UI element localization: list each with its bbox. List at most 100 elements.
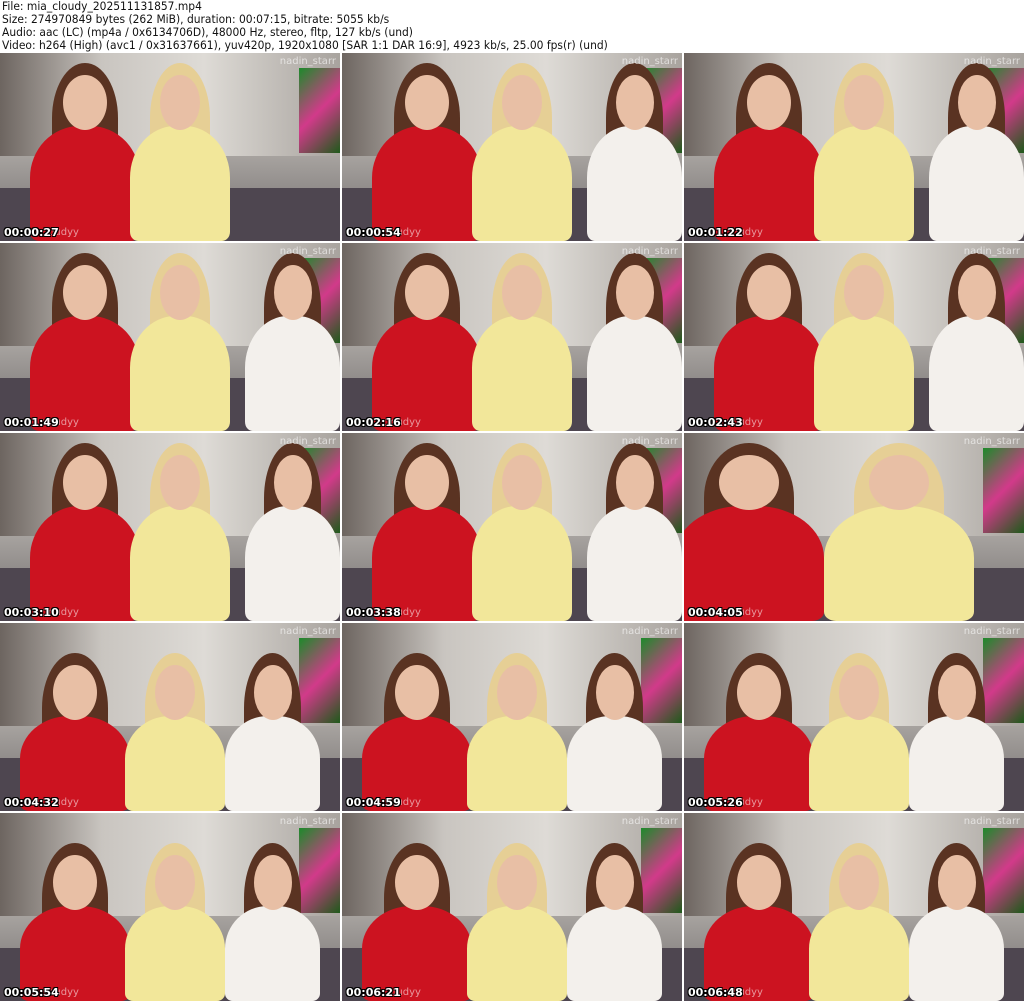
person-face xyxy=(747,265,791,320)
video-thumbnail: nadin_starr cloudyy 00:05:26 xyxy=(684,623,1024,811)
person-face xyxy=(63,265,107,320)
watermark: nadin_starr xyxy=(963,436,1020,447)
person-dress xyxy=(472,126,572,241)
person-dress xyxy=(130,506,230,621)
person-face xyxy=(844,265,884,320)
flower-screen xyxy=(299,68,340,153)
timestamp: 00:06:21 xyxy=(346,986,401,999)
person-face xyxy=(160,75,200,130)
person-face xyxy=(839,665,879,720)
watermark: nadin_starr xyxy=(621,626,678,637)
timestamp: 00:05:26 xyxy=(688,796,743,809)
person-dress xyxy=(824,506,974,621)
person-dress xyxy=(467,716,567,811)
timestamp: 00:03:38 xyxy=(346,606,401,619)
video-thumbnail: nadin_starr cloudyy 00:02:16 xyxy=(342,243,682,431)
person-face xyxy=(53,665,97,720)
timestamp: 00:00:54 xyxy=(346,226,401,239)
flower-screen xyxy=(983,448,1024,533)
timestamp: 00:02:43 xyxy=(688,416,743,429)
person-dress xyxy=(587,126,682,241)
flower-screen xyxy=(299,828,340,913)
person-dress xyxy=(30,316,140,431)
person-face xyxy=(253,855,292,910)
person-face xyxy=(595,665,634,720)
person-dress xyxy=(587,506,682,621)
timestamp: 00:03:10 xyxy=(4,606,59,619)
file-info: File: mia_cloudy_202511131857.mp4 Size: … xyxy=(2,0,608,52)
thumbnail-grid: nadin_starr cloudyy 00:00:27 nadin_starr clo… xyxy=(0,53,1024,1001)
watermark: nadin_starr xyxy=(279,436,336,447)
person-face xyxy=(737,855,781,910)
watermark: nadin_starr xyxy=(279,816,336,827)
person-face xyxy=(395,855,439,910)
person-face xyxy=(719,455,779,510)
flower-screen xyxy=(641,828,682,913)
watermark: nadin_starr xyxy=(621,816,678,827)
flower-screen xyxy=(983,638,1024,723)
person-face xyxy=(405,455,449,510)
person-dress xyxy=(245,506,340,621)
person-face xyxy=(957,75,996,130)
person-face xyxy=(937,855,976,910)
person-dress xyxy=(909,716,1004,811)
timestamp: 00:01:49 xyxy=(4,416,59,429)
video-thumbnail: nadin_starr cloudyy 00:02:43 xyxy=(684,243,1024,431)
person-face xyxy=(615,75,654,130)
person-dress xyxy=(372,316,482,431)
person-dress xyxy=(809,716,909,811)
watermark: nadin_starr xyxy=(279,626,336,637)
person-dress xyxy=(909,906,1004,1001)
flower-screen xyxy=(983,828,1024,913)
person-face xyxy=(957,265,996,320)
person-dress xyxy=(30,506,140,621)
video-thumbnail: nadin_starr cloudyy 00:04:59 xyxy=(342,623,682,811)
person-dress xyxy=(567,906,662,1001)
person-dress xyxy=(245,316,340,431)
person-dress xyxy=(684,506,824,621)
person-face xyxy=(615,265,654,320)
timestamp: 00:04:32 xyxy=(4,796,59,809)
person-face xyxy=(497,665,537,720)
timestamp: 00:00:27 xyxy=(4,226,59,239)
person-face xyxy=(273,265,312,320)
person-dress xyxy=(467,906,567,1001)
person-face xyxy=(395,665,439,720)
person-face xyxy=(615,455,654,510)
person-face xyxy=(937,665,976,720)
person-face xyxy=(160,265,200,320)
person-dress xyxy=(372,506,482,621)
watermark: nadin_starr xyxy=(963,626,1020,637)
person-dress xyxy=(567,716,662,811)
video-thumbnail: nadin_starr cloudyy 00:03:38 xyxy=(342,433,682,621)
person-face xyxy=(160,455,200,510)
person-dress xyxy=(587,316,682,431)
person-dress xyxy=(372,126,482,241)
watermark: nadin_starr xyxy=(963,56,1020,67)
person-face xyxy=(839,855,879,910)
video-thumbnail: nadin_starr cloudyy 00:04:05 xyxy=(684,433,1024,621)
person-face xyxy=(155,855,195,910)
person-dress xyxy=(130,316,230,431)
person-dress xyxy=(714,126,824,241)
person-face xyxy=(155,665,195,720)
watermark: nadin_starr xyxy=(963,246,1020,257)
person-face xyxy=(63,455,107,510)
flower-screen xyxy=(299,638,340,723)
video-thumbnail: nadin_starr cloudyy 00:03:10 xyxy=(0,433,340,621)
person-dress xyxy=(130,126,230,241)
watermark: nadin_starr xyxy=(621,246,678,257)
video-thumbnail: nadin_starr cloudyy 00:01:49 xyxy=(0,243,340,431)
person-face xyxy=(595,855,634,910)
video-thumbnail: nadin_starr cloudyy 00:06:21 xyxy=(342,813,682,1001)
watermark: nadin_starr xyxy=(279,56,336,67)
person-dress xyxy=(814,126,914,241)
person-dress xyxy=(30,126,140,241)
person-face xyxy=(53,855,97,910)
video-thumbnail: nadin_starr cloudyy 00:00:54 xyxy=(342,53,682,241)
person-face xyxy=(737,665,781,720)
person-face xyxy=(502,455,542,510)
person-face xyxy=(502,265,542,320)
video-info: Video: h264 (High) (avc1 / 0x31637661), … xyxy=(2,38,608,52)
person-dress xyxy=(125,716,225,811)
